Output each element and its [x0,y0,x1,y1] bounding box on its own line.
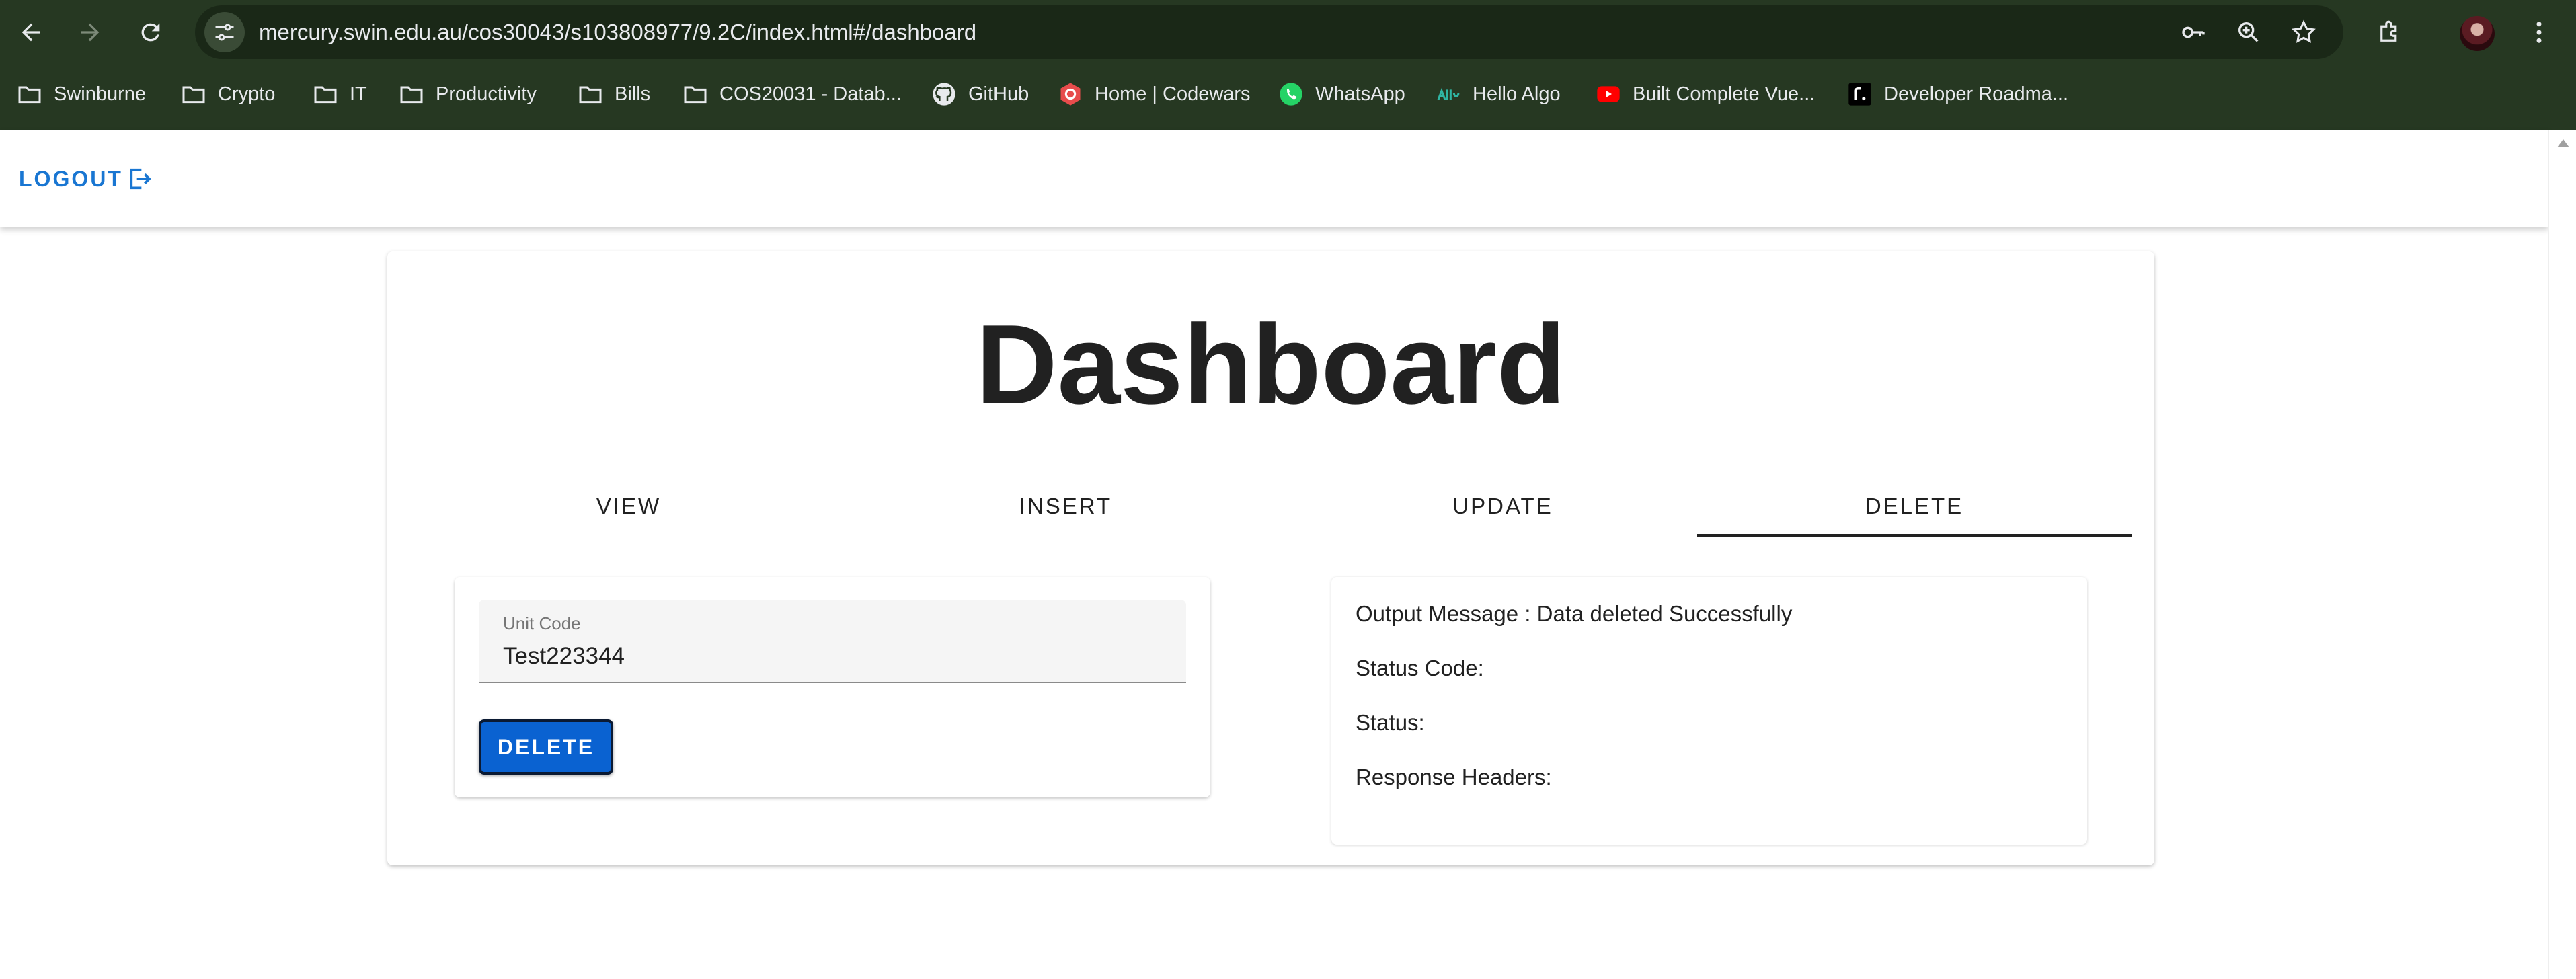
delete-form: Unit Code Test223344 DELETE [455,577,1210,797]
back-button[interactable] [11,12,51,52]
puzzle-icon [2380,20,2397,42]
app-bar: LOGOUT [0,130,2548,227]
bookmark-star-button[interactable] [2286,15,2321,50]
browser-menu-button[interactable] [2519,12,2559,52]
page-title: Dashboard [976,301,1566,428]
url-text[interactable]: mercury.swin.edu.au/cos30043/s103808977/… [259,5,976,59]
forward-arrow-icon [81,23,100,42]
key-icon [2182,26,2205,38]
tab-insert[interactable]: INSERT [847,476,1284,537]
bookmark-cos20031[interactable]: COS20031 - Datab... [680,75,902,113]
bookmark-label: GitHub [968,83,1029,105]
folder-icon [680,79,710,109]
bookmark-label: Bills [615,83,651,105]
tab-view[interactable]: VIEW [410,476,847,537]
bookmark-label: Productivity [436,83,537,105]
page-scrollbar[interactable] [2548,130,2576,979]
bookmark-bills[interactable]: Bills [576,75,650,113]
reload-icon [141,23,160,42]
bookmark-swinburne[interactable]: Swinburne [15,75,146,113]
extensions-button[interactable] [2370,12,2410,52]
hello-algo-icon [1434,79,1463,109]
response-headers-label: Response Headers: [1356,765,1552,789]
folder-icon [15,79,44,109]
bookmark-label: Crypto [218,83,276,105]
tune-icon [215,24,234,41]
tab-delete[interactable]: DELETE [1697,476,2132,537]
tab-update[interactable]: UPDATE [1284,476,1721,537]
bookmark-label: Home | Codewars [1095,83,1251,105]
whatsapp-icon [1276,79,1306,109]
bookmark-label: Built Complete Vue... [1633,83,1816,105]
delete-button[interactable]: DELETE [479,719,613,775]
folder-icon [311,79,340,109]
bookmark-crypto[interactable]: Crypto [179,75,275,113]
unit-code-label: Unit Code [503,613,581,633]
bookmark-hello-algo[interactable]: Hello Algo [1434,75,1561,113]
unit-code-input[interactable]: Test223344 [503,643,625,670]
browser-chrome: mercury.swin.edu.au/cos30043/s103808977/… [0,0,2576,130]
output-message: Output Message : Data deleted Successful… [1356,601,1793,626]
forward-button[interactable] [70,12,110,52]
scroll-up-arrow-icon[interactable] [2557,139,2569,147]
folder-icon [397,79,426,109]
logout-icon [130,168,151,190]
password-key-button[interactable] [2176,15,2211,50]
bookmark-label: COS20031 - Datab... [719,83,902,105]
star-icon [2292,19,2316,43]
bookmark-codewars[interactable]: Home | Codewars [1056,75,1251,113]
logout-button[interactable]: LOGOUT [19,162,153,196]
codewars-icon [1056,79,1085,109]
bookmark-label: IT [350,83,367,105]
bookmark-label: Hello Algo [1473,83,1561,105]
bookmark-it[interactable]: IT [311,75,367,113]
folder-icon [179,79,208,109]
output-panel: Output Message : Data deleted Successful… [1331,577,2087,845]
roadmap-icon [1845,79,1875,109]
bookmark-label: WhatsApp [1315,83,1405,105]
bookmark-developer-roadmap[interactable]: Developer Roadma... [1845,75,2068,113]
zoom-button[interactable] [2231,15,2266,50]
dashboard-card: Dashboard VIEW INSERT UPDATE DELETE Unit… [387,251,2154,865]
bookmark-productivity[interactable]: Productivity [397,75,537,113]
address-bar[interactable]: mercury.swin.edu.au/cos30043/s103808977/… [195,5,2343,59]
zoom-icon [2238,22,2259,42]
logout-label: LOGOUT [19,166,123,191]
bookmark-label: Swinburne [54,83,147,105]
status-code-label: Status Code: [1356,656,1484,680]
bookmark-youtube[interactable]: Built Complete Vue... [1594,75,1815,113]
bookmark-label: Developer Roadma... [1884,83,2069,105]
bookmarks-bar: Swinburne Crypto IT Productivity Bills C… [0,75,2576,113]
back-arrow-icon [22,23,40,42]
bookmark-github[interactable]: GitHub [929,75,1029,113]
bookmark-whatsapp[interactable]: WhatsApp [1276,75,1405,113]
folder-icon [576,79,605,109]
profile-avatar[interactable] [2460,16,2495,51]
dashboard-tabs: VIEW INSERT UPDATE DELETE [387,476,2154,537]
reload-button[interactable] [130,12,171,52]
kebab-menu-icon [2536,22,2542,43]
status-label: Status: [1356,710,1425,735]
unit-code-field[interactable]: Unit Code Test223344 [479,600,1186,683]
github-icon [929,79,959,109]
youtube-icon [1594,79,1623,109]
site-info-button[interactable] [204,12,245,52]
